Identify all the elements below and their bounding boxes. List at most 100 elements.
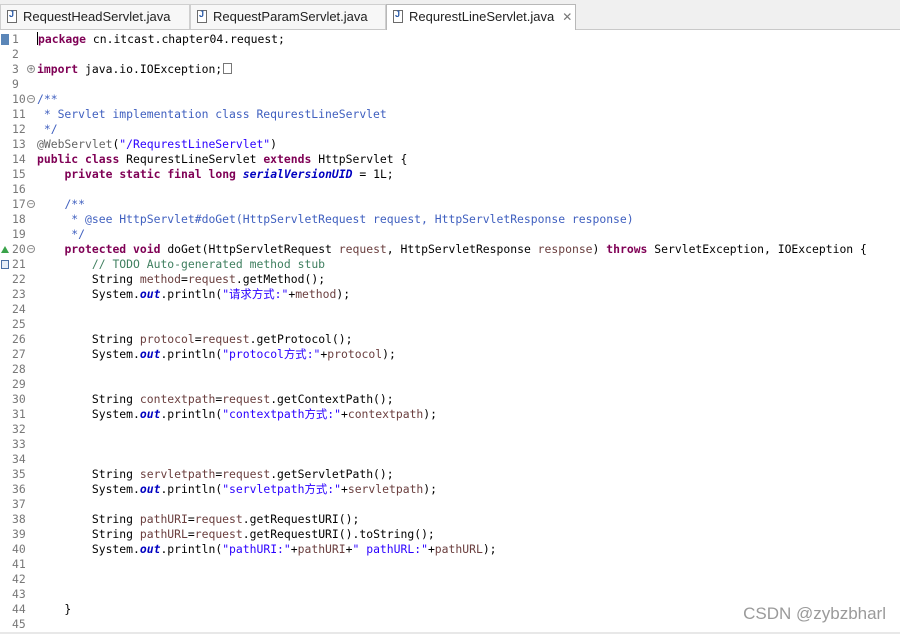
code-token: +: [290, 542, 298, 556]
tab-label: RequestParamServlet.java: [213, 9, 368, 24]
code-token: // TODO Auto-generated method stub: [91, 257, 326, 271]
code-line[interactable]: @WebServlet("/RequrestLineServlet"): [37, 137, 277, 152]
code-token: void: [133, 242, 161, 256]
code-token: "servletpath方式:": [222, 482, 341, 496]
code-token: "请求方式:": [222, 287, 289, 301]
line-number: 19: [12, 227, 26, 241]
code-token: +: [427, 542, 435, 556]
code-line[interactable]: String pathURI=request.getRequestURI();: [37, 512, 360, 527]
code-line[interactable]: System.out.println("protocol方式:"+protoco…: [37, 347, 396, 362]
code-token: extends: [263, 152, 312, 166]
code-line[interactable]: private static final long serialVersionU…: [37, 167, 394, 182]
code-line[interactable]: * @see HttpServlet#doGet(HttpServletRequ…: [37, 212, 633, 227]
code-token: contextpath: [347, 407, 424, 421]
code-line[interactable]: String contextpath=request.getContextPat…: [37, 392, 394, 407]
code-line[interactable]: /**: [37, 197, 85, 212]
line-number: 37: [12, 497, 26, 511]
line-number: 15: [12, 167, 26, 181]
line-number: 22: [12, 272, 26, 286]
line-number: 44: [12, 602, 26, 616]
code-line[interactable]: // TODO Auto-generated method stub: [37, 257, 325, 272]
code-token: =: [187, 512, 195, 526]
fold-collapse-icon[interactable]: −: [27, 95, 35, 103]
code-line[interactable]: String servletpath=request.getServletPat…: [37, 467, 394, 482]
line-number: 33: [12, 437, 26, 451]
code-line[interactable]: String method=request.getMethod();: [37, 272, 325, 287]
code-token: = 1L;: [352, 167, 394, 181]
code-area[interactable]: package cn.itcast.chapter04.request; impo…: [37, 30, 897, 634]
fold-expand-icon[interactable]: +: [27, 65, 35, 73]
code-token: pathURL: [139, 527, 188, 541]
code-line[interactable]: public class RequrestLineServlet extends…: [37, 152, 407, 167]
line-number: 21: [12, 257, 26, 271]
code-token: System.: [37, 407, 140, 421]
code-line[interactable]: }: [37, 602, 71, 617]
line-number: 38: [12, 512, 26, 526]
current-line-marker: [1, 34, 9, 45]
code-token: request: [194, 512, 243, 526]
override-marker-icon[interactable]: [1, 246, 9, 253]
code-line[interactable]: String pathURL=request.getRequestURI().t…: [37, 527, 435, 542]
tab-request-param-servlet[interactable]: RequestParamServlet.java: [190, 4, 386, 29]
code-token: "contextpath方式:": [222, 407, 341, 421]
code-line[interactable]: */: [37, 227, 85, 242]
code-line[interactable]: System.out.println("pathURI:"+pathURI+" …: [37, 542, 497, 557]
code-token: +: [345, 542, 353, 556]
code-token: final: [167, 167, 202, 181]
code-token: protocol: [139, 332, 195, 346]
code-token: .println(: [160, 542, 223, 556]
code-token: String: [37, 272, 140, 286]
code-line[interactable]: import java.io.IOException;: [37, 62, 233, 77]
code-line[interactable]: */: [37, 122, 58, 137]
fold-collapse-icon[interactable]: −: [27, 200, 35, 208]
code-token: request: [201, 332, 250, 346]
code-line[interactable]: System.out.println("servletpath方式:"+serv…: [37, 482, 437, 497]
code-token: .println(: [160, 407, 223, 421]
code-token: protected: [64, 242, 127, 256]
code-token: String: [37, 527, 140, 541]
code-line[interactable]: System.out.println("contextpath方式:"+cont…: [37, 407, 437, 422]
line-number: 43: [12, 587, 26, 601]
line-number: 23: [12, 287, 26, 301]
code-token: */: [64, 227, 86, 241]
code-line[interactable]: String protocol=request.getProtocol();: [37, 332, 353, 347]
code-token: out: [139, 542, 161, 556]
code-token: request: [222, 392, 271, 406]
close-icon[interactable]: ✕: [562, 10, 572, 24]
code-token: import: [37, 62, 79, 76]
line-number: 26: [12, 332, 26, 346]
code-editor[interactable]: 1 2 3 +9 10−11 12 13 14 15 16 17−18 19 20−21 22 23 24 25…: [0, 30, 900, 634]
code-token: request: [194, 527, 243, 541]
code-line[interactable]: package cn.itcast.chapter04.request;: [37, 32, 285, 47]
code-line[interactable]: System.out.println("请求方式:"+method);: [37, 287, 350, 302]
code-token: );: [423, 482, 437, 496]
tab-requrest-line-servlet[interactable]: RequrestLineServlet.java ✕: [386, 4, 576, 30]
code-line[interactable]: /**: [37, 92, 58, 107]
line-number: 28: [12, 362, 26, 376]
code-token: cn.itcast.chapter04.request;: [86, 32, 285, 46]
code-token: .println(: [160, 287, 223, 301]
folded-imports-icon[interactable]: [223, 63, 233, 74]
code-token: request: [222, 467, 271, 481]
code-token: =: [194, 332, 202, 346]
code-token: servletpath: [347, 482, 424, 496]
line-number: 34: [12, 452, 26, 466]
code-token: method: [139, 272, 182, 286]
code-token: ServletException, IOException {: [647, 242, 867, 256]
code-token: +: [340, 482, 348, 496]
code-token: * Servlet implementation class RequrestL…: [37, 107, 387, 121]
code-token: protocol: [327, 347, 383, 361]
line-number: 16: [12, 182, 26, 196]
task-marker-icon[interactable]: [1, 260, 9, 269]
code-token: pathURI: [139, 512, 188, 526]
code-line[interactable]: protected void doGet(HttpServletRequest …: [37, 242, 867, 257]
line-number: 2: [12, 47, 19, 61]
fold-collapse-icon[interactable]: −: [27, 245, 35, 253]
code-line[interactable]: * Servlet implementation class RequrestL…: [37, 107, 387, 122]
tab-request-head-servlet[interactable]: RequestHeadServlet.java: [0, 4, 190, 29]
code-token: throws: [606, 242, 648, 256]
line-number: 1: [12, 32, 19, 46]
code-token: private: [64, 167, 113, 181]
